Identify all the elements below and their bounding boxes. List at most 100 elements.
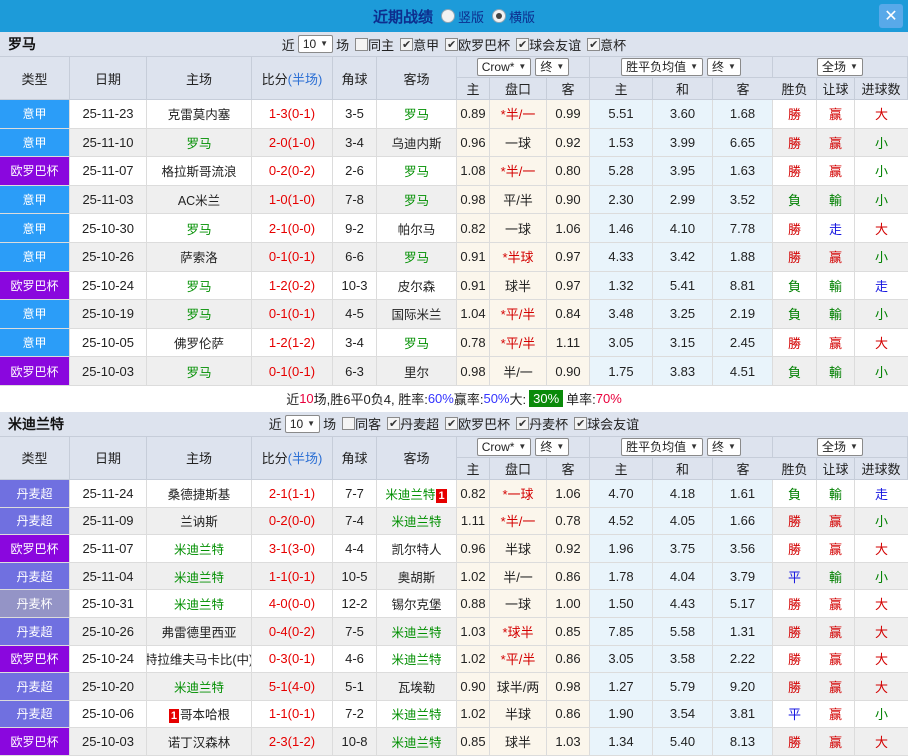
goals-result: 大 <box>855 590 908 617</box>
chevron-down-icon: ▼ <box>556 440 564 454</box>
match-date: 25-10-26 <box>70 618 147 645</box>
match-count-select[interactable]: 10 ▼ <box>298 35 333 53</box>
match-date: 25-10-03 <box>70 728 147 755</box>
result: 勝 <box>773 243 817 271</box>
goals-result: 大 <box>855 728 908 755</box>
radio-icon[interactable] <box>441 9 455 23</box>
corners: 2-6 <box>333 157 377 185</box>
match-count-select[interactable]: 10 ▼ <box>285 415 320 433</box>
league-badge: 意甲 <box>0 186 70 214</box>
layout-radio-horizontal[interactable]: 横版 <box>492 7 535 26</box>
handicap: 球半/两 <box>490 673 547 700</box>
avg-home: 7.85 <box>590 618 653 645</box>
match-date: 25-11-03 <box>70 186 147 214</box>
radio-label: 竖版 <box>458 7 484 26</box>
league-checkbox-0[interactable]: 丹麦超 <box>387 414 439 433</box>
radio-selected-icon[interactable] <box>492 9 506 23</box>
away-odds: 0.86 <box>547 563 590 590</box>
home-odds: 0.88 <box>457 590 490 617</box>
chevron-down-icon: ▼ <box>850 60 858 74</box>
home-team: 罗马 <box>147 272 252 300</box>
score: 5-1(4-0) <box>252 673 333 700</box>
score: 0-1(0-1) <box>252 300 333 328</box>
avg-away: 7.78 <box>713 214 773 242</box>
avg-draw: 3.15 <box>653 329 713 357</box>
result: 勝 <box>773 329 817 357</box>
away-team: 米迪兰特 <box>377 646 457 673</box>
avg-select[interactable]: 胜平负均值 ▼ <box>621 438 703 456</box>
handicap: *一球 <box>490 480 547 507</box>
layout-radio-vertical[interactable]: 竖版 <box>441 7 484 26</box>
league-checkbox-3[interactable]: 意杯 <box>587 35 626 54</box>
col-handicap-result: 让球 <box>817 78 855 99</box>
summary-text: 近 <box>286 389 299 408</box>
scope-select[interactable]: 全场 ▼ <box>817 58 863 76</box>
goals-result: 小 <box>855 563 908 590</box>
checkbox-checked-icon[interactable] <box>445 38 458 51</box>
odds-final-select[interactable]: 终 ▼ <box>535 438 569 456</box>
avg-final-select[interactable]: 终 ▼ <box>707 438 741 456</box>
checkbox-icon[interactable] <box>342 417 355 430</box>
avg-final-value: 终 <box>712 440 724 454</box>
scope-select[interactable]: 全场 ▼ <box>817 438 863 456</box>
odds-company-select[interactable]: Crow* ▼ <box>477 438 532 456</box>
league-label: 意杯 <box>600 35 626 54</box>
league-checkbox-3[interactable]: 球会友谊 <box>574 414 639 433</box>
odds-final-select[interactable]: 终 ▼ <box>535 58 569 76</box>
checkbox-checked-icon[interactable] <box>587 38 600 51</box>
summary-text: 场,胜6平0负4, 胜率: <box>314 389 428 408</box>
checkbox-checked-icon[interactable] <box>516 38 529 51</box>
table-row: 丹麦超25-11-24桑德捷斯基2-1(1-1)7-7米迪兰特10.82*一球1… <box>0 480 908 508</box>
col-type: 类型 <box>0 437 70 479</box>
summary-text: 60% <box>428 391 454 406</box>
checkbox-checked-icon[interactable] <box>445 417 458 430</box>
league-badge: 意甲 <box>0 129 70 157</box>
league-badge: 意甲 <box>0 214 70 242</box>
midtjylland-table-rows: 丹麦超25-11-24桑德捷斯基2-1(1-1)7-7米迪兰特10.82*一球1… <box>0 480 908 756</box>
handicap-result: 赢 <box>817 535 855 562</box>
table-row: 意甲25-10-30罗马2-1(0-0)9-2帕尔马0.82一球1.061.46… <box>0 214 908 243</box>
avg-select[interactable]: 胜平负均值 ▼ <box>621 58 703 76</box>
home-team: 罗马 <box>147 357 252 385</box>
league-checkbox-2[interactable]: 丹麦杯 <box>516 414 568 433</box>
home-team: 弗雷德里西亚 <box>147 618 252 645</box>
home-team: 罗马 <box>147 129 252 157</box>
match-date: 25-10-24 <box>70 272 147 300</box>
home-odds: 1.08 <box>457 157 490 185</box>
team-name: 桑德捷斯基 <box>168 488 231 502</box>
team-name: 格拉斯哥流浪 <box>161 165 236 179</box>
home-team: 罗马 <box>147 214 252 242</box>
league-checkbox-1[interactable]: 欧罗巴杯 <box>445 35 510 54</box>
odds-company-select[interactable]: Crow* ▼ <box>477 58 532 76</box>
match-count-value: 10 <box>290 417 303 431</box>
checkbox-checked-icon[interactable] <box>574 417 587 430</box>
league-checkbox-1[interactable]: 欧罗巴杯 <box>445 414 510 433</box>
corners: 9-2 <box>333 214 377 242</box>
same-home-checkbox[interactable]: 同主 <box>355 35 394 54</box>
table-row: 欧罗巴杯25-10-24特拉维夫马卡比(中)0-3(0-1)4-6米迪兰特1.0… <box>0 646 908 674</box>
match-date: 25-10-19 <box>70 300 147 328</box>
checkbox-icon[interactable] <box>355 38 368 51</box>
avg-value: 胜平负均值 <box>626 440 686 454</box>
checkbox-checked-icon[interactable] <box>516 417 529 430</box>
avg-draw: 4.04 <box>653 563 713 590</box>
avg-home: 1.78 <box>590 563 653 590</box>
league-checkbox-2[interactable]: 球会友谊 <box>516 35 581 54</box>
result: 勝 <box>773 214 817 242</box>
handicap: *半/一 <box>490 157 547 185</box>
close-icon[interactable]: ✕ <box>879 4 903 28</box>
team-name: 米迪兰特 <box>385 488 435 502</box>
score: 0-4(0-2) <box>252 618 333 645</box>
home-team: 克雷莫内塞 <box>147 100 252 128</box>
league-checkbox-0[interactable]: 意甲 <box>400 35 439 54</box>
same-away-checkbox[interactable]: 同客 <box>342 414 381 433</box>
home-odds: 1.04 <box>457 300 490 328</box>
avg-final-select[interactable]: 终 ▼ <box>707 58 741 76</box>
home-odds: 1.02 <box>457 563 490 590</box>
team-name: 米迪兰特 <box>391 708 441 722</box>
goals-result: 大 <box>855 646 908 673</box>
roma-summary: 近10场,胜6平0负4, 胜率:60% 赢率:50% 大:30% 单率:70% <box>0 386 908 412</box>
checkbox-checked-icon[interactable] <box>400 38 413 51</box>
checkbox-checked-icon[interactable] <box>387 417 400 430</box>
away-odds: 0.98 <box>547 673 590 700</box>
